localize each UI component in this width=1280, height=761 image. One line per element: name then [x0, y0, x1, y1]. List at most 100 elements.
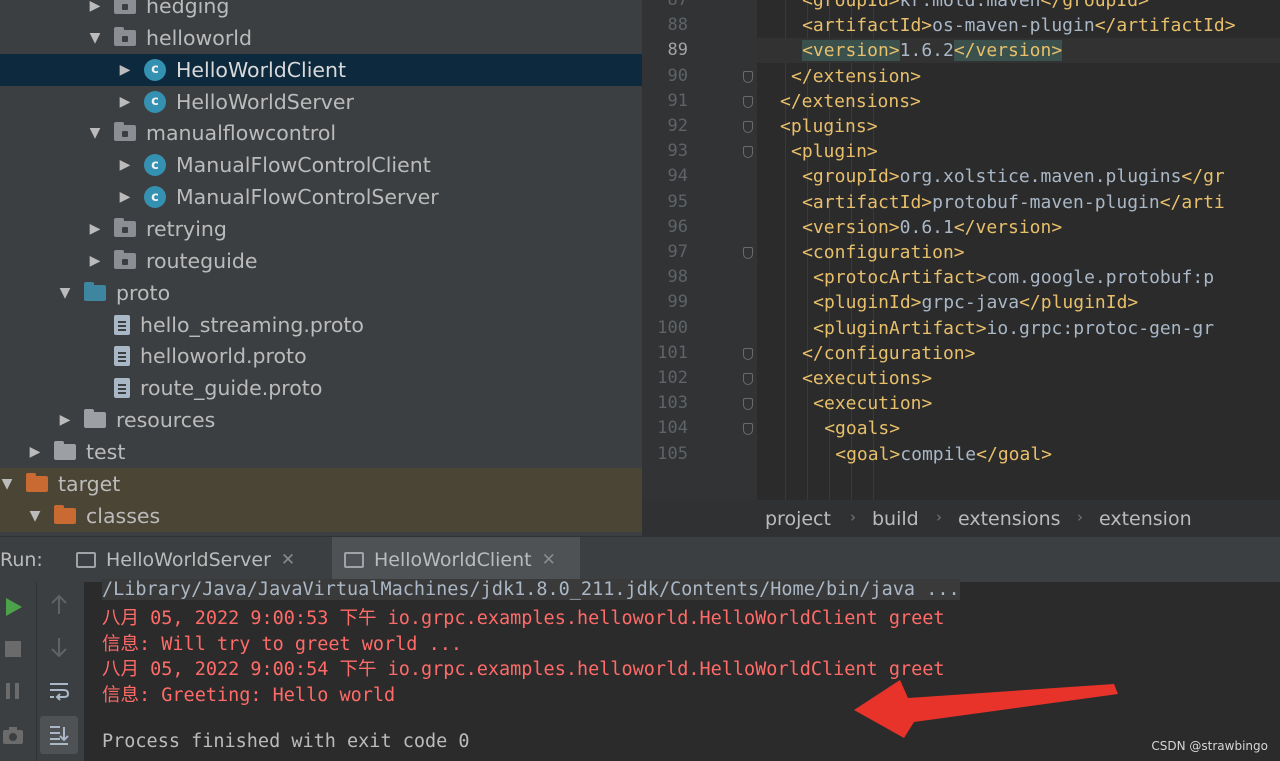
code-text: <version>0.6.1</version> — [802, 216, 1063, 238]
chevron-down-icon[interactable]: ▼ — [0, 476, 14, 492]
fold-marker-icon[interactable] — [743, 398, 753, 411]
close-icon[interactable]: ✕ — [281, 550, 295, 570]
code-text: <pluginId>grpc-java</pluginId> — [813, 292, 1139, 314]
tree-item-label: route_guide.proto — [140, 376, 323, 401]
code-text: <goals> — [824, 418, 901, 440]
tree-item-helloworld[interactable]: ▼ helloworld — [0, 22, 642, 54]
line-number: 92 — [667, 116, 688, 136]
code-text: <plugins> — [780, 116, 878, 137]
class-icon: c — [144, 90, 166, 113]
stop-button[interactable] — [0, 636, 26, 662]
tree-item-label: manualflowcontrol — [146, 121, 337, 146]
tree-item-retrying[interactable]: ▶ retrying — [0, 213, 642, 245]
chevron-right-icon[interactable]: ▶ — [88, 0, 102, 14]
console-line: /Library/Java/JavaVirtualMachines/jdk1.8… — [102, 579, 960, 600]
folder-icon — [54, 440, 76, 460]
line-number: 105 — [657, 443, 688, 464]
fold-marker-icon[interactable] — [743, 373, 753, 385]
tree-item-manualflowcontrolclient[interactable]: ▶ c ManualFlowControlClient — [0, 149, 642, 181]
tree-item-helloworldclient[interactable]: ▶ c HelloWorldClient — [0, 53, 642, 86]
breadcrumb-item[interactable]: project — [765, 508, 831, 530]
excluded-folder-icon — [26, 472, 48, 492]
arrow-down-icon — [51, 638, 67, 658]
breadcrumb-item[interactable]: extension — [1099, 508, 1192, 530]
console-icon — [344, 552, 364, 568]
toolbar-divider — [36, 582, 37, 761]
tree-item-hello-streaming-proto[interactable]: hello_streaming.proto — [0, 309, 642, 341]
fold-marker-icon[interactable] — [743, 347, 753, 360]
tree-item-routeguide[interactable]: ▶ routeguide — [0, 245, 642, 277]
scroll-down-button[interactable] — [46, 634, 72, 660]
fold-marker-icon[interactable] — [743, 146, 753, 159]
chevron-down-icon[interactable]: ▼ — [88, 125, 102, 141]
pause-button[interactable] — [0, 678, 26, 704]
line-number: 101 — [657, 342, 688, 363]
soft-wrap-button[interactable] — [46, 678, 72, 704]
tree-item-label: HelloWorldClient — [176, 57, 347, 82]
code-text: <executions> — [802, 368, 933, 389]
tree-item-label: hello_streaming.proto — [140, 312, 364, 337]
tree-item-manualflowcontrolserver[interactable]: ▶ c ManualFlowControlServer — [0, 181, 642, 213]
tree-item-label: test — [86, 439, 126, 464]
class-icon: c — [144, 58, 166, 81]
line-number: 99 — [667, 292, 688, 313]
tree-item-helloworld-proto[interactable]: helloworld.proto — [0, 340, 642, 372]
code-text: <pluginArtifact>io.grpc:protoc-gen-gr — [813, 317, 1215, 339]
breadcrumb-item[interactable]: extensions — [958, 508, 1061, 530]
tree-item-manualflowcontrol[interactable]: ▼ manualflowcontrol — [0, 117, 642, 149]
fold-marker-icon[interactable] — [743, 70, 753, 83]
scroll-end-icon — [50, 726, 69, 745]
tree-item-classes[interactable]: ▼ classes — [0, 499, 642, 532]
chevron-down-icon[interactable]: ▼ — [28, 508, 42, 524]
scroll-up-button[interactable] — [46, 592, 72, 618]
chevron-right-icon[interactable]: ▶ — [88, 221, 102, 237]
tab-label: HelloWorldServer — [106, 549, 271, 571]
annotation-arrow — [854, 680, 1118, 738]
chevron-down-icon[interactable]: ▼ — [58, 285, 72, 301]
tree-item-label: HelloWorldServer — [176, 89, 354, 114]
package-icon — [114, 26, 136, 46]
chevron-right-icon[interactable]: ▶ — [28, 444, 42, 460]
tree-item-hedging[interactable]: ▶ hedging — [0, 0, 642, 22]
line-number: 90 — [667, 65, 688, 86]
tree-item-proto[interactable]: ▼ proto — [0, 277, 642, 309]
tree-item-label: ManualFlowControlServer — [176, 185, 439, 210]
camera-icon — [3, 727, 23, 744]
file-icon — [114, 346, 130, 367]
tree-item-test[interactable]: ▶ test — [0, 436, 642, 468]
console-output[interactable]: CSDN @strawbingo /Library/Java/JavaVirtu… — [84, 579, 1280, 761]
fold-marker-icon[interactable] — [743, 95, 753, 108]
scroll-to-end-button[interactable] — [40, 716, 78, 754]
screenshot-button[interactable] — [0, 722, 26, 748]
tab-hello-world-server[interactable]: HelloWorldServer ✕ — [76, 537, 322, 583]
chevron-down-icon[interactable]: ▼ — [88, 30, 102, 46]
tree-item-helloworldserver[interactable]: ▶ c HelloWorldServer — [0, 86, 642, 118]
tree-item-route-guide-proto[interactable]: route_guide.proto — [0, 372, 642, 404]
code-text: <groupId>org.xolstice.maven.plugins</gr — [802, 166, 1225, 188]
breadcrumb-item[interactable]: build — [872, 508, 919, 530]
tab-hello-world-client[interactable]: HelloWorldClient ✕ — [332, 537, 580, 583]
package-icon — [114, 122, 136, 142]
close-icon[interactable]: ✕ — [542, 550, 556, 570]
tree-item-target[interactable]: ▼ target — [0, 467, 642, 500]
chevron-right-icon[interactable]: ▶ — [118, 189, 132, 205]
breadcrumb: project › build › extensions › extension — [642, 500, 1280, 536]
chevron-right-icon[interactable]: ▶ — [118, 94, 132, 110]
chevron-right-icon[interactable]: ▶ — [88, 253, 102, 269]
code-text: <configuration> — [802, 242, 965, 263]
console-line: 八月 05, 2022 9:00:54 下午 io.grpc.examples.… — [102, 659, 945, 681]
chevron-right-icon[interactable]: ▶ — [118, 62, 132, 78]
chevron-right-icon[interactable]: ▶ — [118, 157, 132, 173]
code-text: <protocArtifact>com.google.protobuf:p — [813, 267, 1215, 289]
tree-item-resources[interactable]: ▶ resources — [0, 404, 642, 436]
chevron-right-icon[interactable]: ▶ — [58, 412, 72, 428]
fold-marker-icon[interactable] — [743, 423, 753, 436]
fold-marker-icon[interactable] — [743, 121, 753, 133]
run-label: Run: — [0, 549, 43, 571]
code-editor[interactable]: 87 88 89 90 91 92 93 94 95 96 97 98 99 100 101 102 103 10… — [642, 0, 1280, 500]
tree-item-label: retrying — [146, 216, 227, 241]
rerun-button[interactable] — [0, 594, 26, 620]
fold-marker-icon[interactable] — [743, 247, 753, 259]
tree-item-label: helloworld — [146, 25, 252, 50]
